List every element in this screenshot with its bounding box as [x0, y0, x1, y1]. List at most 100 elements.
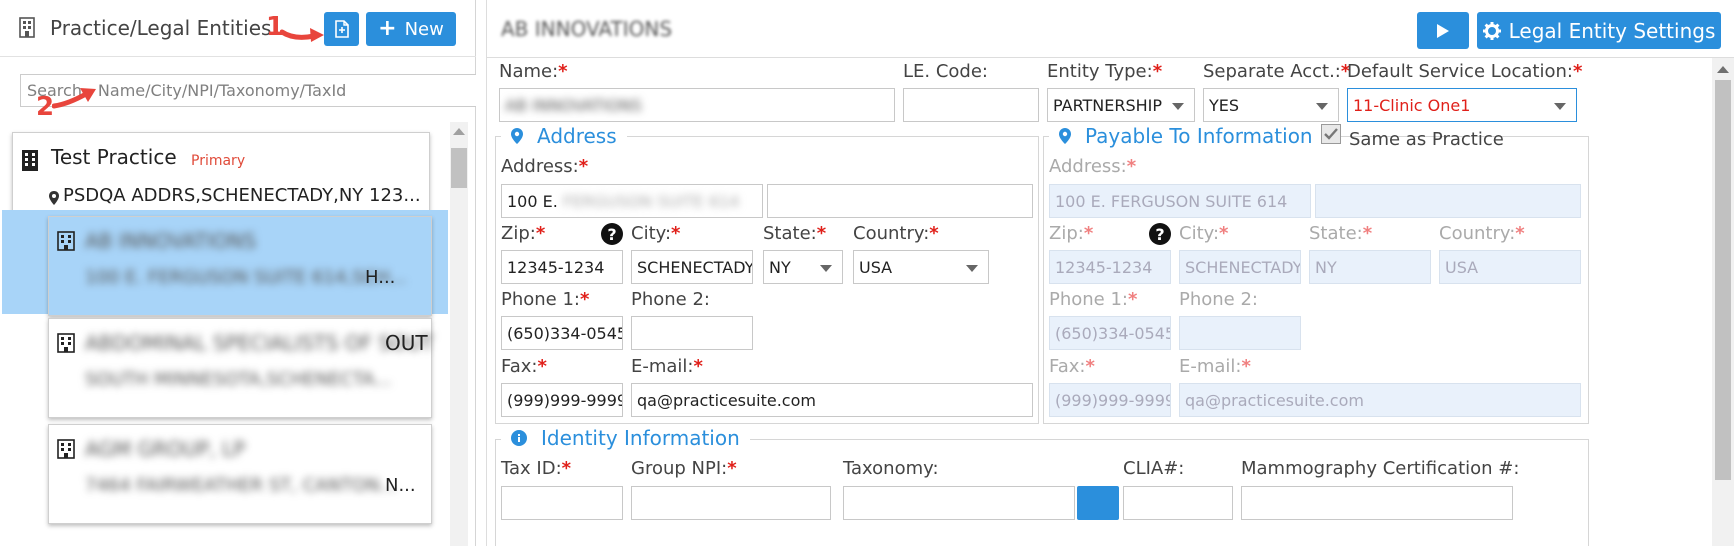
payable-state-label: State:* — [1309, 223, 1373, 244]
entity-type-label: Entity Type:* — [1047, 61, 1163, 82]
name-label: Name:* — [499, 61, 568, 82]
payable-phone1-field: (650)334-0545 — [1049, 316, 1171, 350]
country-select[interactable]: USA — [853, 250, 989, 284]
building-icon — [57, 231, 75, 251]
zip-field[interactable]: 12345-1234 — [501, 250, 623, 284]
default-service-location-select[interactable]: 11-Clinic One1 — [1347, 88, 1577, 122]
entity-type-select[interactable]: PARTNERSHIP — [1047, 88, 1195, 122]
payable-city-field: SCHENECTADY — [1179, 250, 1301, 284]
scroll-up-arrow-icon[interactable] — [453, 128, 465, 135]
entity-detail-panel: AB INNOVATIONS Legal Entity Settings Nam… — [486, 0, 1734, 546]
payable-address-label: Address:* — [1049, 156, 1137, 177]
address-line1-field[interactable]: 100 E. FERGUSON SUITE 614 — [501, 184, 763, 218]
building-icon — [22, 150, 38, 171]
scrollbar-thumb[interactable] — [451, 148, 467, 188]
plus-icon: + — [378, 16, 397, 41]
state-label: State:* — [763, 223, 827, 244]
payable-zip-field: 12345-1234 — [1049, 250, 1171, 284]
payable-zip-label: Zip:* — [1049, 223, 1094, 244]
payable-country-field: USA — [1439, 250, 1581, 284]
fax-label: Fax:* — [501, 356, 547, 377]
state-select[interactable]: NY — [763, 250, 843, 284]
entity-form: Name:* AB INNOVATIONS LE. Code: Entity T… — [486, 58, 1714, 546]
phone2-field[interactable] — [631, 316, 753, 350]
payable-phone2-label: Phone 2: — [1179, 289, 1258, 310]
list-item[interactable]: AGM GROUP, LP 7464 FAIRWEATHER ST, CANTO… — [48, 424, 432, 524]
building-icon — [19, 17, 35, 38]
new-button[interactable]: + New — [366, 12, 456, 46]
form-scrollbar[interactable] — [1712, 58, 1734, 546]
annotation-arrow-icon — [280, 28, 324, 42]
clia-field[interactable] — [1123, 486, 1233, 520]
list-item[interactable]: AB INNOVATIONS 100 E. FERGUSON SUITE 614… — [48, 216, 432, 316]
zip-label: Zip:* — [501, 223, 546, 244]
payable-email-label: E-mail:* — [1179, 356, 1251, 377]
payable-email-field: qa@practicesuite.com — [1179, 383, 1581, 417]
file-export-icon — [334, 20, 349, 38]
map-marker-icon — [1059, 128, 1071, 144]
identity-legend: Identity Information — [501, 426, 750, 450]
new-button-label: New — [404, 18, 444, 40]
email-label: E-mail:* — [631, 356, 703, 377]
list-scrollbar[interactable] — [450, 122, 468, 546]
legal-entity-settings-button[interactable]: Legal Entity Settings — [1477, 12, 1721, 49]
le-code-label: LE. Code: — [903, 61, 988, 82]
entity-address-end: H... — [365, 267, 396, 288]
address-label: Address:* — [501, 156, 589, 177]
taxonomy-field[interactable] — [843, 486, 1075, 520]
payable-phone1-label: Phone 1:* — [1049, 289, 1138, 310]
taxonomy-label: Taxonomy: — [843, 458, 939, 479]
payable-address-line1-field: 100 E. FERGUSON SUITE 614 — [1049, 184, 1311, 218]
primary-badge: Primary — [191, 153, 246, 169]
payable-fax-label: Fax:* — [1049, 356, 1095, 377]
address-line2-field[interactable] — [767, 184, 1033, 218]
le-code-field[interactable] — [903, 88, 1039, 122]
email-field[interactable]: qa@practicesuite.com — [631, 383, 1033, 417]
mammography-certification-field[interactable] — [1241, 486, 1513, 520]
separate-acct-select[interactable]: YES — [1203, 88, 1339, 122]
checkmark-icon — [1324, 128, 1338, 140]
help-icon[interactable]: ? — [1149, 223, 1171, 245]
info-icon — [511, 430, 527, 446]
mammography-certification-label: Mammography Certification #: — [1241, 458, 1520, 479]
map-marker-icon — [49, 191, 59, 205]
tax-id-field[interactable] — [501, 486, 623, 520]
default-service-location-label: Default Service Location:* — [1347, 61, 1583, 82]
entity-address: SOUTH MINNESOTA,SCHENECTA... — [85, 369, 392, 390]
group-npi-label: Group NPI:* — [631, 458, 737, 479]
export-button[interactable] — [324, 12, 359, 46]
same-as-practice-label: Same as Practice — [1349, 129, 1504, 150]
map-marker-icon — [511, 128, 523, 144]
payable-address-line2-field — [1315, 184, 1581, 218]
gear-icon — [1482, 21, 1501, 40]
payable-phone2-field — [1179, 316, 1301, 350]
city-label: City:* — [631, 223, 681, 244]
scrollbar-thumb[interactable] — [1715, 80, 1731, 480]
chevron-down-icon — [966, 265, 978, 272]
country-label: Country:* — [853, 223, 939, 244]
entity-address: 100 E. FERGUSON SUITE 614,SCH... — [85, 267, 407, 288]
entity-address-end: N... — [385, 475, 416, 496]
run-button[interactable] — [1417, 12, 1469, 49]
list-item[interactable]: ABDOMINAL SPECIALISTS OF SOUT SOUTH MINN… — [48, 318, 434, 418]
separate-acct-label: Separate Acct.:* — [1203, 61, 1351, 82]
play-icon — [1437, 23, 1449, 38]
phone1-field[interactable]: (650)334-0545 — [501, 316, 623, 350]
chevron-down-icon — [1554, 103, 1566, 110]
tax-id-label: Tax ID:* — [501, 458, 572, 479]
group-npi-field[interactable] — [631, 486, 831, 520]
page-title: Practice/Legal Entities — [50, 16, 272, 40]
fax-field[interactable]: (999)999-9999 — [501, 383, 623, 417]
entity-name: ABDOMINAL SPECIALISTS OF SOUT — [85, 331, 434, 355]
city-field[interactable]: SCHENECTADY — [631, 250, 753, 284]
chevron-down-icon — [1316, 103, 1328, 110]
help-icon[interactable]: ? — [601, 223, 623, 245]
entity-name-end: OUT — [385, 331, 428, 355]
scroll-up-arrow-icon[interactable] — [1717, 66, 1729, 73]
taxonomy-lookup-button[interactable] — [1077, 486, 1119, 520]
practice-address: PSDQA ADDRS,SCHENECTADY,NY 123... — [63, 185, 421, 206]
entity-list-panel: Practice/Legal Entities + New 1 2 — [0, 0, 476, 546]
entity-title: AB INNOVATIONS — [501, 17, 673, 41]
same-as-practice-checkbox[interactable] — [1321, 124, 1341, 144]
name-field[interactable]: AB INNOVATIONS — [499, 88, 895, 122]
